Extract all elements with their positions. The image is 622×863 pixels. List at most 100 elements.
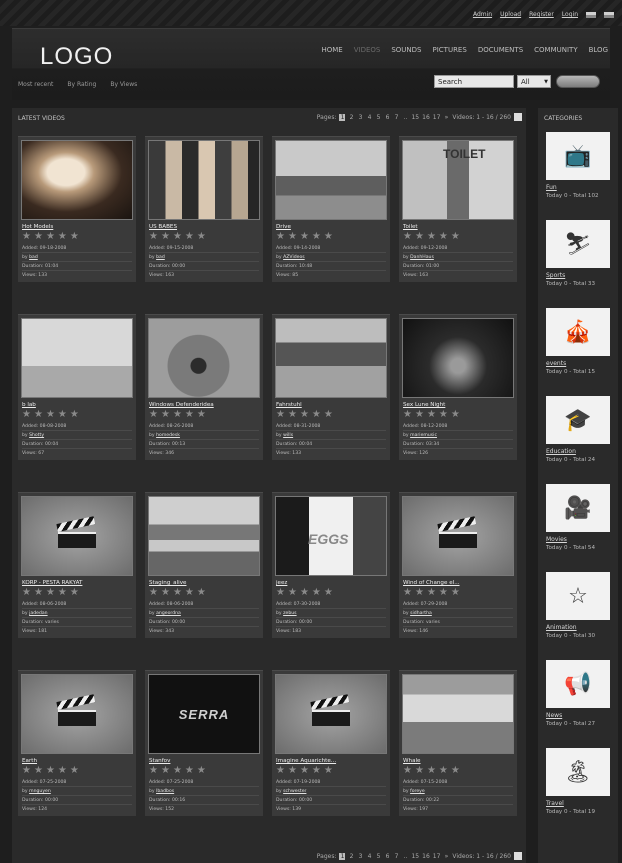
- star-icon[interactable]: ★: [149, 232, 158, 242]
- video-card[interactable]: Imagine Aquarichte... ★ ★ ★ ★ ★ Added: 07-19-2…: [272, 670, 390, 816]
- star-icon[interactable]: ★: [197, 232, 206, 242]
- star-icon[interactable]: ★: [300, 766, 309, 776]
- star-icon[interactable]: ★: [46, 588, 55, 598]
- star-icon[interactable]: ★: [22, 410, 31, 420]
- star-icon[interactable]: ★: [427, 588, 436, 598]
- page-link[interactable]: 4: [366, 114, 372, 121]
- author-link[interactable]: jadedan: [29, 611, 47, 616]
- category-name[interactable]: Travel: [546, 800, 564, 807]
- star-icon[interactable]: ★: [161, 588, 170, 598]
- rating-stars[interactable]: ★ ★ ★ ★ ★: [149, 410, 206, 420]
- category-item[interactable]: 🏝 Travel Today 0 - Total 19: [542, 748, 616, 828]
- rating-stars[interactable]: ★ ★ ★ ★ ★: [149, 232, 206, 242]
- author-link[interactable]: Shotty: [29, 433, 44, 438]
- video-thumbnail[interactable]: [148, 140, 260, 220]
- page-link[interactable]: 2: [348, 114, 354, 121]
- rating-stars[interactable]: ★ ★ ★ ★ ★: [403, 232, 460, 242]
- star-icon[interactable]: ★: [149, 410, 158, 420]
- star-icon[interactable]: ★: [427, 766, 436, 776]
- star-icon[interactable]: ★: [324, 766, 333, 776]
- star-icon[interactable]: ★: [276, 232, 285, 242]
- star-icon[interactable]: ★: [46, 410, 55, 420]
- author-link[interactable]: mnguyen: [29, 789, 51, 794]
- star-icon[interactable]: ★: [161, 766, 170, 776]
- category-name[interactable]: Sports: [546, 272, 565, 279]
- page-link[interactable]: 4: [366, 853, 372, 860]
- rating-stars[interactable]: ★ ★ ★ ★ ★: [276, 766, 333, 776]
- page-link[interactable]: 17: [433, 114, 441, 121]
- video-thumbnail[interactable]: TOILET: [402, 140, 514, 220]
- video-card[interactable]: Earth ★ ★ ★ ★ ★ Added: 07-25-2008 by mnguyen Dur…: [18, 670, 136, 816]
- star-icon[interactable]: ★: [149, 766, 158, 776]
- author-link[interactable]: angeordna: [156, 611, 181, 616]
- video-title[interactable]: Windows Defenderidea: [149, 402, 259, 408]
- author-link[interactable]: homedesk: [156, 433, 180, 438]
- star-icon[interactable]: ★: [70, 232, 79, 242]
- star-icon[interactable]: ★: [300, 232, 309, 242]
- rating-stars[interactable]: ★ ★ ★ ★ ★: [276, 588, 333, 598]
- education-icon[interactable]: 🎓: [546, 396, 610, 444]
- star-icon[interactable]: ★: [288, 766, 297, 776]
- page-link[interactable]: »: [443, 114, 449, 121]
- next-page-icon[interactable]: [514, 113, 522, 121]
- next-page-icon[interactable]: [514, 852, 522, 860]
- star-icon[interactable]: ★: [415, 588, 424, 598]
- video-title[interactable]: jeez: [276, 580, 386, 586]
- nav-documents[interactable]: DOCUMENTS: [478, 46, 523, 54]
- sports-icon[interactable]: ⛷: [546, 220, 610, 268]
- page-link[interactable]: 17: [433, 853, 441, 860]
- star-icon[interactable]: ★: [34, 410, 43, 420]
- author-link[interactable]: AZVideos: [283, 255, 305, 260]
- video-card[interactable]: Sex Lune Night ★ ★ ★ ★ ★ Added: 08-12-2008 by m…: [399, 314, 517, 460]
- star-icon[interactable]: ★: [58, 410, 67, 420]
- rating-stars[interactable]: ★ ★ ★ ★ ★: [276, 232, 333, 242]
- video-thumbnail[interactable]: [21, 140, 133, 220]
- author-link[interactable]: wills: [283, 433, 293, 438]
- video-thumbnail[interactable]: [21, 318, 133, 398]
- star-icon[interactable]: ★: [34, 766, 43, 776]
- video-title[interactable]: Toilet: [403, 224, 513, 230]
- subnav-by-rating[interactable]: By Rating: [67, 81, 96, 88]
- login-link[interactable]: Login: [562, 11, 578, 18]
- video-title[interactable]: Wind of Change el...: [403, 580, 513, 586]
- author-link[interactable]: bad: [156, 255, 165, 260]
- star-icon[interactable]: ★: [185, 410, 194, 420]
- star-icon[interactable]: ★: [439, 766, 448, 776]
- star-icon[interactable]: ★: [439, 232, 448, 242]
- video-thumbnail[interactable]: [148, 496, 260, 576]
- category-name[interactable]: Animation: [546, 624, 577, 631]
- video-card[interactable]: KORP - PESTA RAKYAT ★ ★ ★ ★ ★ Added: 08-06-200…: [18, 492, 136, 638]
- video-title[interactable]: Earth: [22, 758, 132, 764]
- star-icon[interactable]: ★: [288, 410, 297, 420]
- star-icon[interactable]: ★: [58, 766, 67, 776]
- video-title[interactable]: Fahrstuhl: [276, 402, 386, 408]
- video-thumbnail[interactable]: EGGS: [275, 496, 387, 576]
- upload-link[interactable]: Upload: [500, 11, 521, 18]
- video-title[interactable]: Hot Models: [22, 224, 132, 230]
- star-icon[interactable]: ★: [427, 410, 436, 420]
- page-link[interactable]: 6: [384, 853, 390, 860]
- star-icon[interactable]: ★: [185, 766, 194, 776]
- star-icon[interactable]: ★: [312, 410, 321, 420]
- star-icon[interactable]: ★: [324, 588, 333, 598]
- flag-icon[interactable]: [586, 11, 596, 18]
- star-icon[interactable]: ★: [324, 232, 333, 242]
- register-link[interactable]: Register: [529, 11, 554, 18]
- page-link[interactable]: 5: [375, 114, 381, 121]
- news-icon[interactable]: 📢: [546, 660, 610, 708]
- video-thumbnail[interactable]: SERRA: [148, 674, 260, 754]
- page-link[interactable]: ..: [402, 114, 408, 121]
- author-link[interactable]: foreye: [410, 789, 425, 794]
- video-title[interactable]: Drive: [276, 224, 386, 230]
- star-icon[interactable]: ★: [173, 410, 182, 420]
- video-title[interactable]: Stanfov: [149, 758, 259, 764]
- video-card[interactable]: TOILET Toilet ★ ★ ★ ★ ★ Added: 09-12-2008 by Dan…: [399, 136, 517, 282]
- rating-stars[interactable]: ★ ★ ★ ★ ★: [22, 766, 79, 776]
- star-icon[interactable]: ★: [288, 588, 297, 598]
- category-item[interactable]: ⛷ Sports Today 0 - Total 33: [542, 220, 616, 300]
- rating-stars[interactable]: ★ ★ ★ ★ ★: [403, 410, 460, 420]
- star-icon[interactable]: ★: [276, 588, 285, 598]
- star-icon[interactable]: ★: [451, 232, 460, 242]
- video-card[interactable]: Windows Defenderidea ★ ★ ★ ★ ★ Added: 08-26-20…: [145, 314, 263, 460]
- rating-stars[interactable]: ★ ★ ★ ★ ★: [403, 588, 460, 598]
